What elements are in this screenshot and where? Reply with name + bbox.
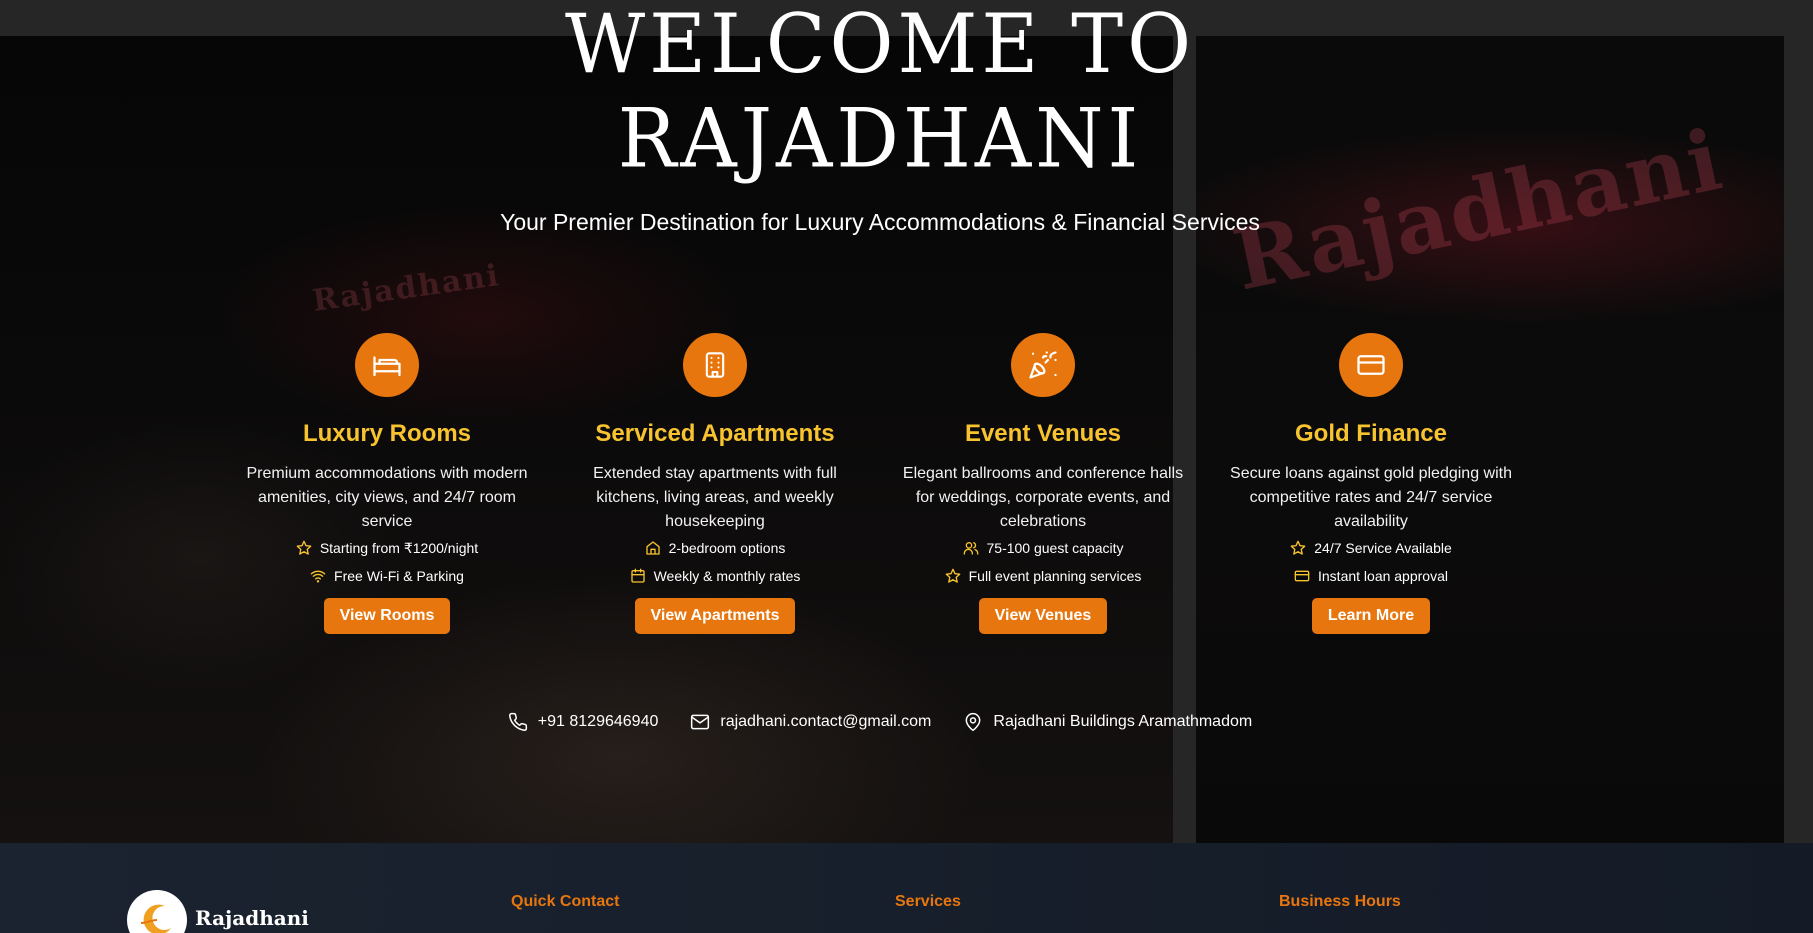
service-title: Serviced Apartments (595, 420, 835, 447)
credit-card-icon (1294, 570, 1310, 582)
site-footer: Rajadhani Quick Contact Services Busines… (0, 843, 1813, 933)
star-icon (945, 568, 960, 583)
home-icon (645, 541, 660, 555)
service-description: Extended stay apartments with full kitch… (593, 465, 837, 530)
bed-icon (355, 333, 419, 397)
contact-address[interactable]: Rajadhani Buildings Aramathmadom (963, 712, 1252, 732)
service-feature: Weekly & monthly rates (565, 562, 865, 590)
service-description: Elegant ballrooms and conference halls f… (902, 465, 1184, 530)
hero-title-line-1: WELCOME TO (564, 0, 1196, 92)
party-popper-icon (1011, 333, 1075, 397)
credit-card-icon (1339, 333, 1403, 397)
service-feature: Starting from ₹1200/night (237, 534, 537, 562)
contact-phone[interactable]: +91 8129646940 (508, 712, 659, 732)
service-feature: Instant loan approval (1221, 562, 1521, 590)
contact-phone-text: +91 8129646940 (537, 713, 659, 730)
service-title: Luxury Rooms (302, 420, 472, 447)
view-venues-button[interactable]: View Venues (978, 598, 1108, 634)
contact-email-text: rajadhani.contact@gmail.com (720, 713, 932, 730)
service-description: Premium accommodations with modern ameni… (246, 465, 528, 530)
hero-subtitle: Your Premier Destination for Luxury Acco… (500, 209, 1260, 235)
service-feature: 2-bedroom options (565, 534, 865, 562)
map-pin-icon (965, 712, 981, 732)
hero-title: WELCOME TO RAJADHANI (0, 0, 1760, 187)
users-icon (963, 542, 978, 555)
contact-email[interactable]: rajadhani.contact@gmail.com (690, 712, 931, 732)
star-icon (1290, 540, 1306, 555)
star-icon (296, 540, 312, 555)
view-apartments-button[interactable]: View Apartments (634, 598, 796, 634)
footer-heading-services: Services (895, 893, 961, 910)
service-title: Gold Finance (1294, 420, 1447, 447)
service-title: Event Venues (964, 420, 1122, 447)
contact-address-text: Rajadhani Buildings Aramathmadom (993, 713, 1253, 730)
background-sign-graphic: Rajadhani (310, 258, 503, 319)
service-feature: 75-100 guest capacity (893, 534, 1193, 562)
contact-strip: +91 8129646940 rajadhani.contact@gmail.c… (0, 712, 1760, 732)
service-description: Secure loans against gold pledging with … (1230, 465, 1512, 530)
footer-logo[interactable]: Rajadhani (127, 890, 309, 933)
service-card-luxury-rooms: Luxury Rooms Premium accommodations with… (237, 333, 537, 634)
crescent-moon-icon (127, 890, 187, 933)
service-feature: Free Wi-Fi & Parking (237, 562, 537, 590)
footer-heading-quick-contact: Quick Contact (511, 893, 620, 910)
service-feature: 24/7 Service Available (1221, 534, 1521, 562)
learn-more-button[interactable]: Learn More (1311, 598, 1431, 634)
footer-brand-name: Rajadhani (195, 906, 309, 930)
view-rooms-button[interactable]: View Rooms (323, 598, 451, 634)
footer-heading-business-hours: Business Hours (1279, 893, 1401, 910)
service-feature: Full event planning services (893, 562, 1193, 590)
service-card-event-venues: Event Venues Elegant ballrooms and confe… (893, 333, 1193, 634)
hero-title-line-2: RAJADHANI (617, 92, 1143, 187)
building-icon (683, 333, 747, 397)
mail-icon (691, 714, 710, 730)
calendar-icon (630, 568, 645, 583)
hero-section: Rajadhani Rajadhani WELCOME TO RAJADHANI… (0, 0, 1813, 843)
phone-icon (508, 712, 527, 731)
service-card-gold-finance: Gold Finance Secure loans against gold p… (1221, 333, 1521, 634)
wifi-icon (310, 570, 326, 583)
service-card-serviced-apartments: Serviced Apartments Extended stay apartm… (565, 333, 865, 634)
